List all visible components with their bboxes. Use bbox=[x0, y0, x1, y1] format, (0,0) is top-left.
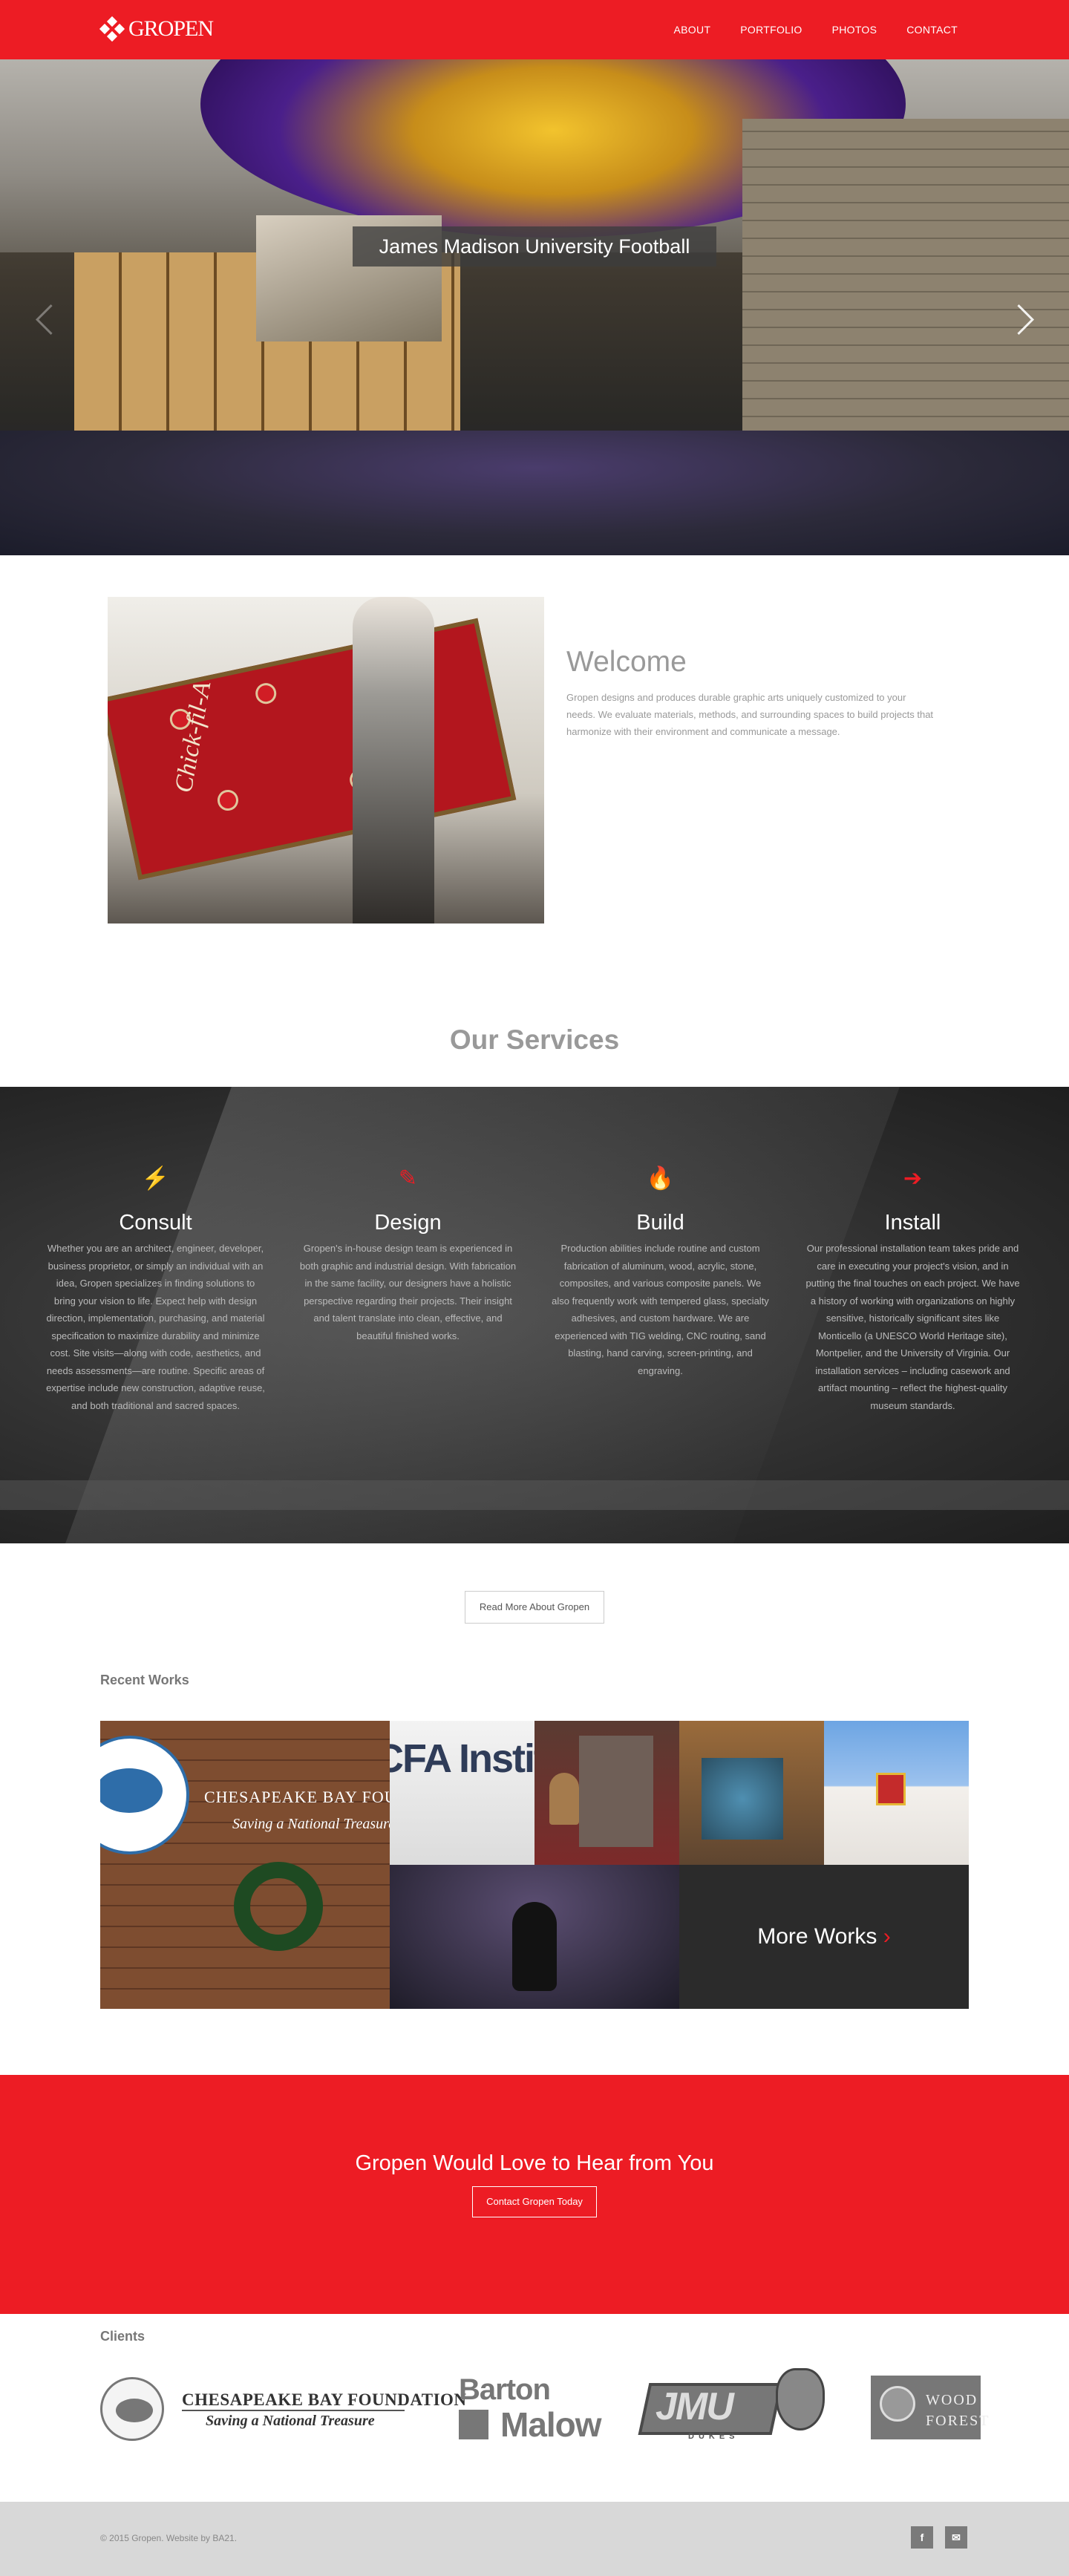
foundation-seal-icon bbox=[100, 1736, 189, 1854]
main-nav: ABOUT PORTFOLIO PHOTOS CONTACT bbox=[674, 24, 958, 36]
more-works-label: More Works bbox=[757, 1924, 877, 1949]
service-text: Our professional installation team takes… bbox=[805, 1243, 1020, 1411]
service-title: Consult bbox=[119, 1211, 192, 1235]
client-logo-jmu: JMU DUKES bbox=[638, 2368, 826, 2450]
nav-about[interactable]: ABOUT bbox=[674, 24, 711, 36]
work-tile-exhibit[interactable] bbox=[534, 1721, 679, 1865]
hero-slider bbox=[0, 59, 1069, 555]
hero-floor bbox=[0, 431, 1069, 555]
service-title: Design bbox=[374, 1211, 442, 1235]
nav-photos[interactable]: PHOTOS bbox=[832, 24, 877, 36]
chevron-right-icon: › bbox=[883, 1924, 891, 1949]
service-design: ✎ Design Gropen's in-house design team i… bbox=[298, 1166, 517, 1344]
wreath-icon bbox=[234, 1862, 323, 1951]
more-works-link[interactable]: More Works › bbox=[679, 1865, 969, 2009]
tile-sign-text: CHESAPEAKE BAY FOUNDATION bbox=[204, 1788, 390, 1806]
read-more-button[interactable]: Read More About Gropen bbox=[465, 1591, 604, 1624]
hero-caption: James Madison University Football bbox=[353, 226, 716, 267]
nav-contact[interactable]: CONTACT bbox=[906, 24, 958, 36]
logo-mark-icon bbox=[99, 16, 125, 42]
services-title: Our Services bbox=[449, 1024, 620, 1055]
fire-icon: 🔥 bbox=[646, 1166, 675, 1191]
work-tile-building[interactable] bbox=[824, 1721, 969, 1865]
welcome-text: Gropen designs and produces durable grap… bbox=[566, 692, 934, 737]
tile-sign-text: CFA Institute bbox=[390, 1736, 534, 1781]
email-icon[interactable]: ✉ bbox=[945, 2526, 967, 2549]
worker-figure bbox=[353, 597, 434, 923]
recent-works-title: Recent Works bbox=[100, 1673, 189, 1687]
service-text: Production abilities include routine and… bbox=[552, 1243, 769, 1376]
foundation-seal-icon bbox=[100, 2377, 164, 2441]
work-tile-yellowstone[interactable] bbox=[679, 1721, 824, 1865]
chevron-left-icon[interactable] bbox=[30, 303, 59, 333]
work-tile-sculpture[interactable] bbox=[390, 1865, 679, 2009]
map-icon bbox=[702, 1758, 783, 1840]
client-logo-barton-malow: Barton Malow bbox=[459, 2373, 602, 2444]
crest-icon bbox=[876, 1773, 906, 1805]
work-tile-cfa[interactable]: CFA Institute bbox=[390, 1721, 534, 1865]
service-text: Gropen's in-house design team is experie… bbox=[299, 1243, 517, 1341]
cta-title: Gropen Would Love to Hear from You bbox=[355, 2151, 714, 2175]
service-consult: ⚡ Consult Whether you are an architect, … bbox=[46, 1166, 265, 1414]
service-title: Build bbox=[636, 1211, 684, 1235]
pencil-icon: ✎ bbox=[398, 1166, 418, 1191]
service-text: Whether you are an architect, engineer, … bbox=[46, 1243, 265, 1411]
recent-works-grid: CHESAPEAKE BAY FOUNDATION Saving a Natio… bbox=[100, 1721, 969, 2009]
lightning-icon: ⚡ bbox=[141, 1166, 170, 1191]
client-logo-wood-forest: WOOD FOREST bbox=[871, 2368, 988, 2450]
nav-portfolio[interactable]: PORTFOLIO bbox=[740, 24, 802, 36]
copyright-text: © 2015 Gropen. Website by BA21. bbox=[100, 2533, 238, 2543]
welcome-image: Chick-fil-A bbox=[108, 597, 544, 923]
square-icon bbox=[459, 2410, 488, 2439]
tile-sign-subtext: Saving a National Treasure bbox=[232, 1816, 390, 1832]
welcome-title: Welcome bbox=[566, 646, 687, 678]
sculpture-icon bbox=[512, 1902, 557, 1991]
bust-icon bbox=[549, 1773, 579, 1825]
bulldog-mascot-icon bbox=[776, 2368, 825, 2430]
seal-icon bbox=[880, 2386, 915, 2422]
work-tile-chesapeake[interactable]: CHESAPEAKE BAY FOUNDATION Saving a Natio… bbox=[100, 1721, 390, 2009]
logo-text: GROPEN bbox=[128, 16, 214, 41]
service-build: 🔥 Build Production abilities include rou… bbox=[551, 1166, 770, 1379]
service-title: Install bbox=[884, 1211, 941, 1235]
client-logo-chesapeake: CHESAPEAKE BAY FOUNDATION Saving a Natio… bbox=[100, 2368, 466, 2450]
site-header: GROPEN ABOUT PORTFOLIO PHOTOS CONTACT bbox=[0, 0, 1069, 59]
service-install: ➔ Install Our professional installation … bbox=[803, 1166, 1022, 1414]
clients-title: Clients bbox=[100, 2329, 146, 2344]
chevron-right-icon[interactable] bbox=[1004, 303, 1033, 333]
sign-in-icon: ➔ bbox=[903, 1166, 923, 1191]
facebook-icon[interactable]: f bbox=[911, 2526, 933, 2549]
contact-button[interactable]: Contact Gropen Today bbox=[472, 2186, 597, 2217]
logo[interactable]: GROPEN bbox=[99, 16, 214, 42]
